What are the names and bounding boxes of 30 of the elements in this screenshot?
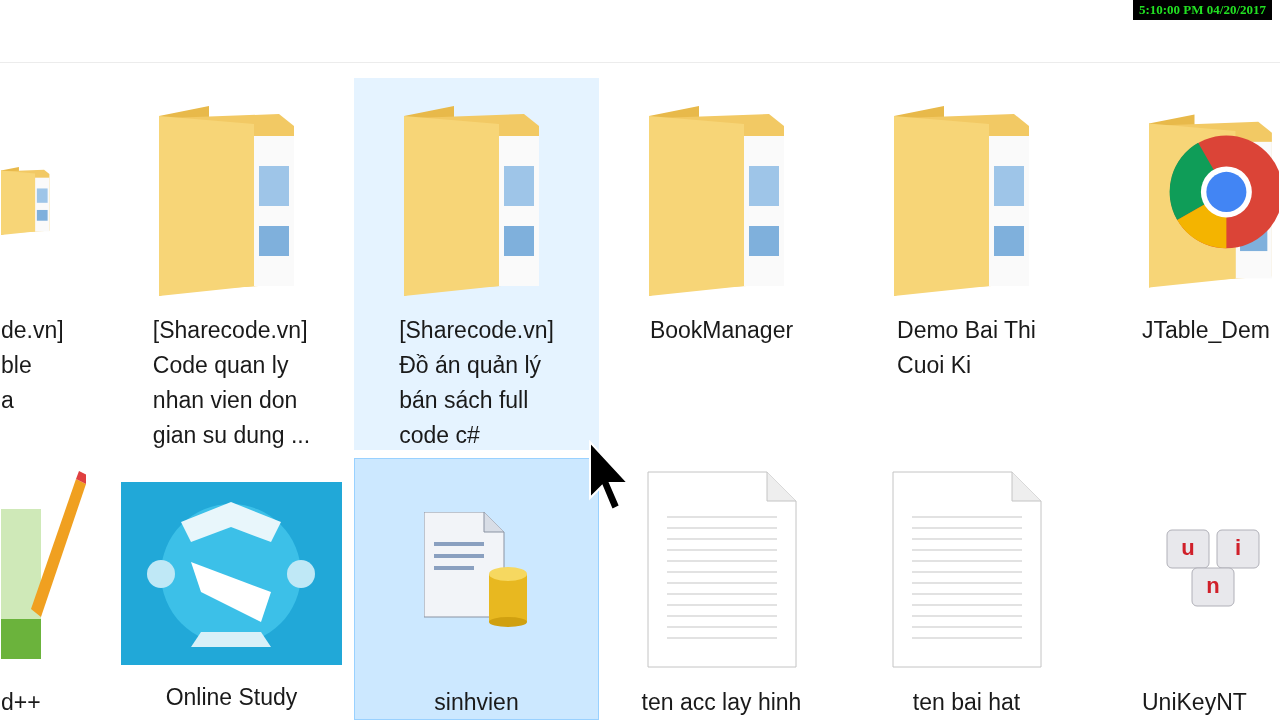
file-tile[interactable]: de.vn] ble a bbox=[0, 78, 109, 450]
file-tile[interactable]: JTable_Dem bbox=[1089, 78, 1280, 450]
file-tile[interactable]: ten bai hat bbox=[844, 458, 1089, 720]
file-tile[interactable]: ten acc lay hinh bbox=[599, 458, 844, 720]
key-letter: n bbox=[1206, 573, 1220, 598]
file-name: [Sharecode.vn] Đồ án quản lý bán sách full code c# bbox=[399, 316, 554, 449]
document-icon bbox=[646, 469, 797, 669]
file-tile[interactable]: Demo Bai Thi Cuoi Ki bbox=[844, 78, 1089, 450]
file-name: ten bai hat bbox=[912, 688, 1021, 717]
file-name: JTable_Dem bbox=[1141, 316, 1270, 345]
key-letter: i bbox=[1234, 535, 1242, 560]
file-tile[interactable]: d++ bbox=[0, 458, 109, 720]
document-icon bbox=[891, 469, 1042, 669]
file-tile[interactable]: [Sharecode.vn] Đồ án quản lý bán sách full code c# bbox=[354, 78, 599, 450]
file-tile[interactable]: BookManager bbox=[599, 78, 844, 450]
file-name: [Sharecode.vn] Code quan ly nhan vien don gian su dung ... bbox=[152, 316, 311, 449]
key-letter: u bbox=[1181, 535, 1195, 560]
file-tile[interactable]: u i n UniKeyNT bbox=[1089, 458, 1280, 720]
file-name: UniKeyNT bbox=[1141, 688, 1247, 717]
file-name: BookManager bbox=[649, 316, 794, 345]
file-name: sinhvien bbox=[434, 688, 519, 717]
file-name: de.vn] ble a bbox=[1, 316, 64, 415]
file-name: d++ bbox=[1, 688, 41, 717]
file-tile[interactable]: Online Study bbox=[109, 458, 354, 720]
file-name: Online Study bbox=[165, 683, 298, 712]
file-tile[interactable]: [Sharecode.vn] Code quan ly nhan vien don gian su dung ... bbox=[109, 78, 354, 450]
file-name: ten acc lay hinh bbox=[641, 688, 802, 717]
file-tile[interactable]: sinhvien bbox=[354, 458, 599, 720]
file-name: Demo Bai Thi Cuoi Ki bbox=[897, 316, 1036, 380]
recording-timestamp: 5:10:00 PM 04/20/2017 bbox=[1132, 0, 1272, 20]
